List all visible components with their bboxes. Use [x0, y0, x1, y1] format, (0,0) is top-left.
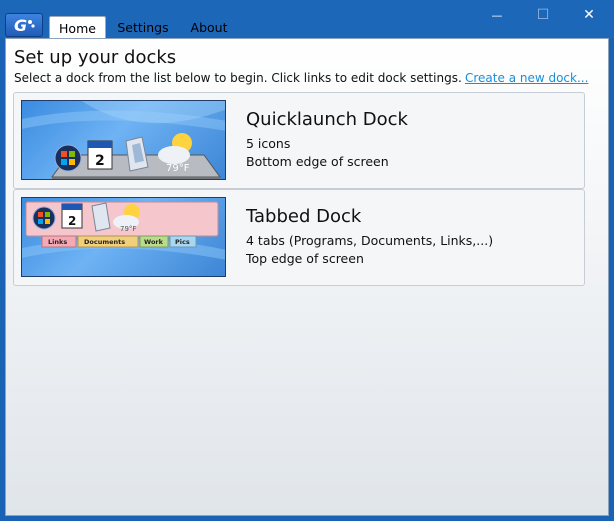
windows-start-icon: [54, 144, 82, 172]
create-new-dock-link[interactable]: Create a new dock...: [465, 71, 588, 85]
calendar-icon: 2: [87, 140, 113, 170]
close-button[interactable]: ✕: [566, 2, 612, 28]
page-subtitle: Select a dock from the list below to beg…: [14, 71, 462, 85]
minimize-icon: —: [491, 8, 503, 22]
tab-settings[interactable]: Settings: [113, 17, 173, 38]
tab-about[interactable]: About: [184, 17, 234, 38]
recycle-bin-icon: [125, 136, 149, 172]
minimize-button[interactable]: —: [474, 2, 520, 28]
title-bar: G Home Settings About — ☐ ✕: [0, 0, 614, 39]
windows-start-icon: [32, 206, 56, 230]
maximize-button[interactable]: ☐: [520, 2, 566, 28]
svg-text:Links: Links: [48, 238, 67, 246]
dock-name: Quicklaunch Dock: [246, 109, 408, 130]
maximize-icon: ☐: [536, 7, 550, 23]
dock-detail: 5 icons: [246, 136, 291, 151]
svg-text:2: 2: [95, 153, 105, 169]
dock-tab-pics: Pics: [169, 235, 197, 248]
dock-name: Tabbed Dock: [246, 206, 362, 227]
dock-item-tabbed[interactable]: 2 79°F Links Documents Work Pics Tabbed …: [13, 189, 585, 286]
app-logo-icon[interactable]: G: [5, 13, 43, 37]
svg-text:Documents: Documents: [84, 238, 125, 246]
home-panel: Set up your docks Select a dock from the…: [5, 38, 609, 516]
svg-text:2: 2: [68, 214, 76, 228]
tab-home[interactable]: Home: [49, 16, 106, 39]
dock-item-quicklaunch[interactable]: 2 79°F Quicklaunch Dock 5 icons Bottom e…: [13, 92, 585, 189]
svg-text:79°F: 79°F: [120, 225, 136, 233]
svg-text:Work: Work: [144, 238, 164, 246]
dock-tab-documents: Documents: [77, 235, 139, 248]
svg-text:G: G: [14, 16, 27, 35]
dock-detail: 4 tabs (Programs, Documents, Links,...): [246, 233, 494, 248]
dock-position: Top edge of screen: [246, 251, 364, 266]
dock-tab-work: Work: [139, 235, 169, 248]
dock-position: Bottom edge of screen: [246, 154, 389, 169]
dock-preview-image: 2 79°F Links Documents Work Pics: [21, 197, 226, 277]
calendar-icon: 2: [61, 203, 83, 229]
svg-text:79°F: 79°F: [166, 163, 190, 174]
dock-preview-image: 2 79°F: [21, 100, 226, 180]
svg-text:Pics: Pics: [175, 238, 190, 246]
dock-tab-links: Links: [41, 235, 77, 248]
close-icon: ✕: [583, 7, 595, 23]
page-title: Set up your docks: [14, 47, 177, 68]
